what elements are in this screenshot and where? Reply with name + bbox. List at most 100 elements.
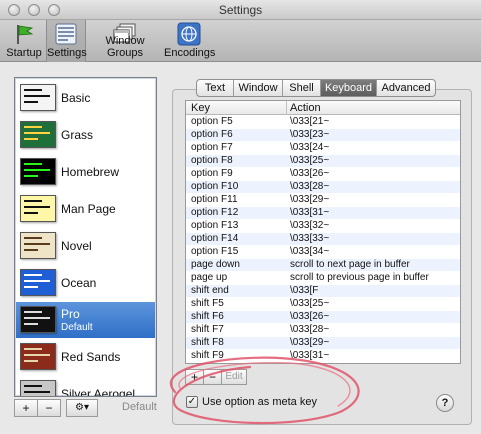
profile-item-red-sands[interactable]: Red Sands <box>16 339 155 375</box>
profile-item-man-page[interactable]: Man Page <box>16 191 155 227</box>
table-row[interactable]: option F9 \033[26~ <box>186 168 460 180</box>
key-cell: page down <box>191 259 240 270</box>
profile-thumbnail <box>20 269 56 296</box>
key-cell: option F5 <box>191 116 233 127</box>
table-row[interactable]: option F12 \033[31~ <box>186 207 460 219</box>
table-header: Key Action <box>186 101 460 115</box>
table-row[interactable]: option F11 \033[29~ <box>186 194 460 206</box>
action-cell: \033[28~ <box>290 181 330 192</box>
meta-key-checkbox[interactable]: ✓ <box>186 396 198 408</box>
profile-name: Man Page <box>61 202 116 216</box>
table-row[interactable]: shift F5 \033[25~ <box>186 298 460 310</box>
add-profile-button[interactable]: + <box>14 399 38 417</box>
key-cell: option F10 <box>191 181 239 192</box>
table-row[interactable]: page up scroll to previous page in buffer <box>186 272 460 284</box>
column-header-action[interactable]: Action <box>290 102 321 114</box>
table-row[interactable]: shift F9 \033[31~ <box>186 350 460 362</box>
profile-item-homebrew[interactable]: Homebrew <box>16 154 155 190</box>
column-divider <box>286 101 287 115</box>
profile-item-basic[interactable]: Basic <box>16 80 155 116</box>
window-title: Settings <box>218 3 263 17</box>
toolbar-settings-label: Settings <box>47 47 87 59</box>
key-cell: shift F6 <box>191 311 224 322</box>
key-cell: shift F7 <box>191 324 224 335</box>
profile-item-grass[interactable]: Grass <box>16 117 155 153</box>
key-cell: page up <box>191 272 228 283</box>
help-button[interactable]: ? <box>436 394 454 412</box>
key-cell: option F9 <box>191 168 233 179</box>
toolbar-window-groups-button[interactable]: Window Groups <box>86 20 164 62</box>
action-cell: \033[21~ <box>290 116 330 127</box>
profile-thumbnail <box>20 84 56 111</box>
profile-item-pro[interactable]: Pro Default <box>16 302 155 338</box>
settings-tabs: Text Window Shell Keyboard Advanced <box>196 79 436 97</box>
profile-name: Silver Aerogel <box>61 387 136 397</box>
action-cell: \033[28~ <box>290 324 330 335</box>
remove-key-mapping-button[interactable]: − <box>203 369 221 385</box>
keyboard-mapping-table[interactable]: Key Action option F5 \033[21~ option F6 \03… <box>185 100 461 364</box>
table-row[interactable]: option F15 \033[34~ <box>186 246 460 258</box>
table-row[interactable]: option F7 \033[24~ <box>186 142 460 154</box>
table-row[interactable]: page down scroll to next page in buffer <box>186 259 460 271</box>
tab-shell[interactable]: Shell <box>283 80 321 96</box>
profile-item-novel[interactable]: Novel <box>16 228 155 264</box>
key-cell: shift F8 <box>191 337 224 348</box>
tab-advanced[interactable]: Advanced <box>377 80 435 96</box>
table-row[interactable]: option F14 \033[33~ <box>186 233 460 245</box>
default-button[interactable]: Default <box>122 401 157 413</box>
action-cell: \033[31~ <box>290 350 330 361</box>
key-cell: option F11 <box>191 194 238 205</box>
action-cell: \033[33~ <box>290 233 330 244</box>
toolbar: Startup Settings Window Groups Encodings <box>0 20 481 62</box>
profile-thumbnail <box>20 380 56 396</box>
key-cell: shift F9 <box>191 350 224 361</box>
profile-thumbnail <box>20 158 56 185</box>
toolbar-window-groups-label: Window Groups <box>105 35 145 59</box>
table-row[interactable]: shift F8 \033[29~ <box>186 337 460 349</box>
table-row[interactable]: shift F7 \033[28~ <box>186 324 460 336</box>
default-profile-label: Default <box>61 322 93 333</box>
profile-list[interactable]: Basic Grass Homebrew Man Page Novel Ocea… <box>14 77 157 397</box>
table-row[interactable]: shift F6 \033[26~ <box>186 311 460 323</box>
edit-key-mapping-button[interactable]: Edit <box>221 369 247 385</box>
key-cell: option F15 <box>191 246 239 257</box>
remove-profile-button[interactable]: − <box>37 399 61 417</box>
column-header-key[interactable]: Key <box>191 102 210 114</box>
action-cell: scroll to next page in buffer <box>290 259 410 270</box>
profile-name: Grass <box>61 128 94 142</box>
profile-thumbnail <box>20 306 56 333</box>
table-row[interactable]: option F8 \033[25~ <box>186 155 460 167</box>
table-row[interactable]: option F10 \033[28~ <box>186 181 460 193</box>
settings-icon <box>55 23 77 45</box>
add-key-mapping-button[interactable]: + <box>185 369 203 385</box>
action-cell: \033[25~ <box>290 155 330 166</box>
title-bar: Settings <box>0 0 481 20</box>
tab-text[interactable]: Text <box>197 80 234 96</box>
profile-name: Basic <box>61 91 91 105</box>
toolbar-startup-button[interactable]: Startup <box>2 20 46 62</box>
tab-window[interactable]: Window <box>234 80 283 96</box>
profile-name: Homebrew <box>61 165 120 179</box>
key-cell: option F6 <box>191 129 233 140</box>
gear-icon[interactable]: ⚙▾ <box>66 399 98 417</box>
table-row[interactable]: shift end \033[F <box>186 285 460 297</box>
profile-thumbnail <box>20 232 56 259</box>
meta-key-label[interactable]: Use option as meta key <box>202 396 317 408</box>
tab-keyboard[interactable]: Keyboard <box>321 80 377 96</box>
key-cell: shift F5 <box>191 298 224 309</box>
key-cell: option F7 <box>191 142 233 153</box>
profile-item-ocean[interactable]: Ocean <box>16 265 155 301</box>
key-cell: option F8 <box>191 155 233 166</box>
action-cell: \033[25~ <box>290 298 330 309</box>
table-row[interactable]: option F13 \033[32~ <box>186 220 460 232</box>
table-row[interactable]: option F6 \033[23~ <box>186 129 460 141</box>
profile-thumbnail <box>20 121 56 148</box>
key-cell: option F14 <box>191 233 239 244</box>
table-row[interactable]: option F5 \033[21~ <box>186 116 460 128</box>
profile-item-silver-aerogel[interactable]: Silver Aerogel <box>16 376 155 397</box>
profile-list-buttons: + − ⚙▾ Default <box>14 399 157 417</box>
toolbar-settings-button[interactable]: Settings <box>46 20 87 62</box>
profile-name: Pro <box>61 307 80 321</box>
toolbar-encodings-button[interactable]: Encodings <box>164 20 215 62</box>
action-cell: \033[32~ <box>290 220 330 231</box>
